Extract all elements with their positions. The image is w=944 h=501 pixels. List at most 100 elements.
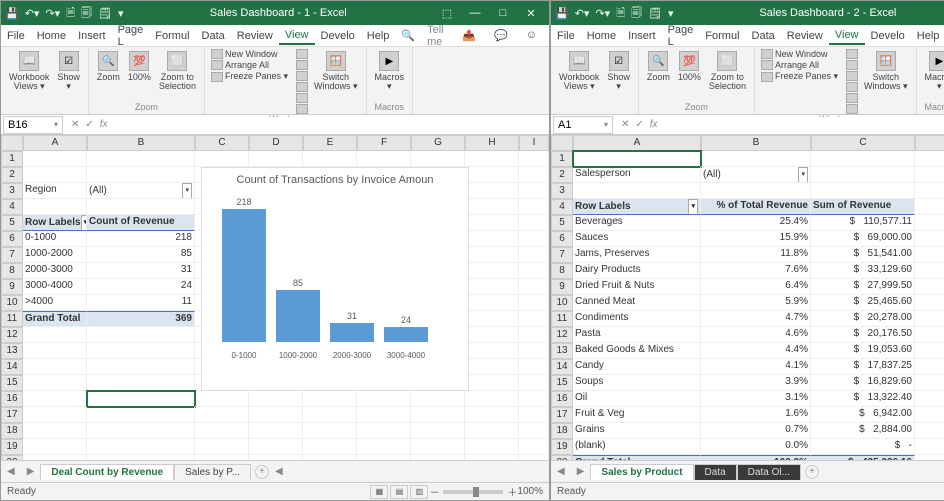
row-header[interactable]: 2: [551, 167, 573, 183]
cell[interactable]: [701, 183, 811, 199]
cell[interactable]: [465, 439, 519, 455]
cell[interactable]: Canned Meat: [573, 295, 701, 311]
cell[interactable]: $ 6,942.00: [811, 407, 915, 423]
menu-view[interactable]: View: [279, 27, 315, 45]
row-header[interactable]: 17: [551, 407, 573, 423]
add-sheet-button[interactable]: +: [255, 465, 269, 479]
cell[interactable]: [915, 423, 944, 439]
cell[interactable]: $ 20,176.50: [811, 327, 915, 343]
qat-more[interactable]: ▾: [668, 7, 674, 20]
column-header[interactable]: C: [195, 135, 249, 151]
cell[interactable]: [465, 279, 519, 295]
cell[interactable]: [357, 423, 411, 439]
cell[interactable]: 7.6%: [701, 263, 811, 279]
ribbon-small-button[interactable]: [296, 104, 308, 114]
row-header[interactable]: 17: [1, 407, 23, 423]
row-header[interactable]: 8: [551, 263, 573, 279]
cell[interactable]: Region: [23, 183, 87, 199]
cell[interactable]: [519, 231, 549, 247]
cell[interactable]: [915, 391, 944, 407]
ribbon-zoom-button[interactable]: 🔍Zoom: [95, 49, 122, 84]
cell[interactable]: [249, 151, 303, 167]
row-header[interactable]: 4: [551, 199, 573, 215]
cell[interactable]: 15.9%: [701, 231, 811, 247]
cell[interactable]: [519, 279, 549, 295]
cell[interactable]: [915, 343, 944, 359]
cell[interactable]: Baked Goods & Mixes: [573, 343, 701, 359]
view-break-button[interactable]: ▥: [410, 485, 428, 499]
cell[interactable]: [519, 167, 549, 183]
ribbon-macros-button[interactable]: ▶Macros▾: [923, 49, 944, 93]
cell[interactable]: [303, 423, 357, 439]
cell[interactable]: [915, 327, 944, 343]
ribbon-show-button[interactable]: ☑Show▾: [55, 49, 82, 93]
cell[interactable]: [915, 167, 944, 183]
chart-bar[interactable]: [330, 323, 374, 342]
formula-input[interactable]: [664, 117, 944, 133]
cell[interactable]: [87, 455, 195, 460]
menu-formulas[interactable]: Formul: [149, 28, 195, 44]
row-header[interactable]: 19: [1, 439, 23, 455]
cell[interactable]: Row Labels▾: [573, 199, 701, 215]
cell[interactable]: 0-1000: [23, 231, 87, 247]
cell[interactable]: [357, 407, 411, 423]
cell[interactable]: [915, 215, 944, 231]
cell[interactable]: [411, 439, 465, 455]
cell[interactable]: >4000: [23, 295, 87, 311]
search-icon[interactable]: 🔍: [395, 27, 421, 44]
cell[interactable]: [465, 183, 519, 199]
cell[interactable]: 0.7%: [701, 423, 811, 439]
cell[interactable]: [23, 455, 87, 460]
cell[interactable]: [23, 391, 87, 407]
cell[interactable]: Count of Revenue: [87, 215, 195, 231]
cell[interactable]: [519, 343, 549, 359]
comment-icon[interactable]: 💬: [488, 27, 514, 44]
menu-review[interactable]: Review: [781, 28, 829, 44]
cell[interactable]: Salesperson: [573, 167, 701, 183]
save-icon[interactable]: 💾: [555, 7, 569, 20]
row-header[interactable]: 11: [1, 311, 23, 327]
cell[interactable]: [249, 455, 303, 460]
column-header[interactable]: C: [811, 135, 915, 151]
cell[interactable]: [915, 151, 944, 167]
row-header[interactable]: 15: [551, 375, 573, 391]
cell[interactable]: (All)▾: [701, 167, 811, 183]
menu-home[interactable]: Home: [581, 28, 622, 44]
cell[interactable]: Dairy Products: [573, 263, 701, 279]
cell[interactable]: [519, 407, 549, 423]
cell[interactable]: 4.1%: [701, 359, 811, 375]
cell[interactable]: Soups: [573, 375, 701, 391]
cell[interactable]: [465, 263, 519, 279]
cell[interactable]: 85: [87, 247, 195, 263]
cell[interactable]: [87, 343, 195, 359]
row-header[interactable]: 5: [551, 215, 573, 231]
cell[interactable]: $ 69,000.00: [811, 231, 915, 247]
chart-bar[interactable]: [276, 290, 320, 342]
cell[interactable]: [303, 439, 357, 455]
redo-icon[interactable]: ↷▾: [45, 7, 60, 20]
cell[interactable]: [519, 263, 549, 279]
cell[interactable]: [357, 455, 411, 460]
row-header[interactable]: 14: [551, 359, 573, 375]
cell[interactable]: Grand Total: [573, 455, 701, 460]
cell[interactable]: [357, 391, 411, 407]
row-header[interactable]: 15: [1, 375, 23, 391]
row-header[interactable]: 18: [1, 423, 23, 439]
cell[interactable]: [465, 407, 519, 423]
cell[interactable]: Jams, Preserves: [573, 247, 701, 263]
ribbon-zoom-button[interactable]: 🔍Zoom: [645, 49, 672, 84]
row-header[interactable]: 7: [1, 247, 23, 263]
cell[interactable]: [87, 199, 195, 215]
ribbon-switch-windows-button[interactable]: 🪟SwitchWindows ▾: [862, 49, 910, 93]
minimize-button[interactable]: —: [461, 7, 489, 20]
ribbon-small-button[interactable]: [846, 104, 858, 114]
cell[interactable]: [701, 151, 811, 167]
undo-icon[interactable]: ↶▾: [575, 7, 590, 20]
cell[interactable]: [915, 263, 944, 279]
row-header[interactable]: 9: [551, 279, 573, 295]
column-header[interactable]: [551, 135, 573, 151]
cell[interactable]: [23, 327, 87, 343]
menu-insert[interactable]: Insert: [622, 28, 662, 44]
ribbon-new-button[interactable]: New Window: [761, 49, 838, 59]
cell[interactable]: [465, 247, 519, 263]
